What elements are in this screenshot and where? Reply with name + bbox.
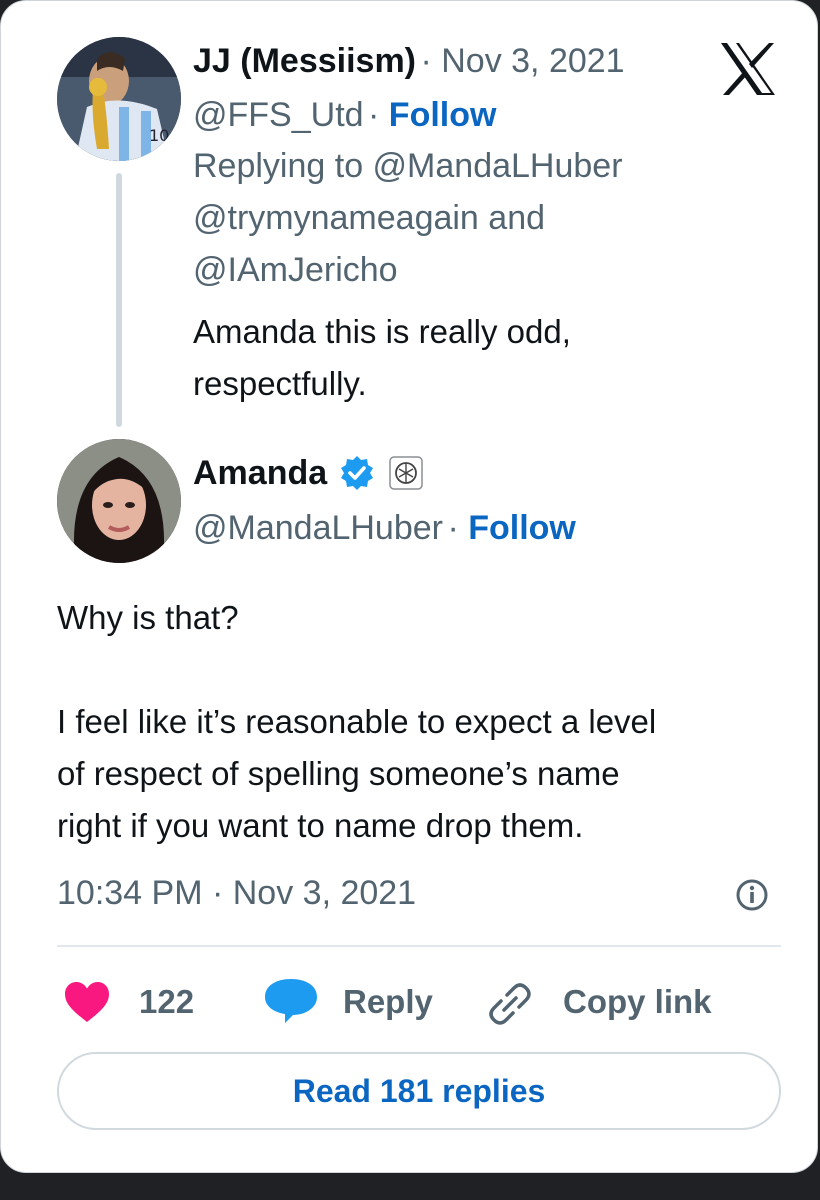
reply-text-line: Amanda this is really odd, — [193, 313, 571, 350]
reply-button[interactable]: Reply — [343, 982, 433, 1022]
heart-icon[interactable] — [63, 980, 111, 1024]
main-tweet-handle-row: @MandaLHuber · Follow — [193, 508, 576, 555]
separator-dot: · — [368, 96, 389, 134]
reply-tweet-text: Amanda this is really odd, respectfully. — [193, 306, 571, 410]
verified-badge-icon — [339, 455, 375, 491]
replying-to-line-3[interactable]: @IAmJericho — [193, 250, 398, 290]
author-handle[interactable]: @FFS_Utd — [193, 96, 364, 134]
tweet-text-line: Why is that? — [57, 599, 239, 636]
tweet-timestamp[interactable]: 10:34 PM · Nov 3, 2021 — [57, 873, 416, 913]
link-icon[interactable] — [487, 981, 533, 1027]
tweet-date[interactable]: Nov 3, 2021 — [441, 42, 624, 80]
divider — [57, 945, 781, 947]
reply-tweet-header: JJ (Messiism) · Nov 3, 2021 — [193, 41, 625, 88]
avatar-amanda[interactable] — [57, 439, 181, 563]
main-tweet-header: Amanda — [193, 453, 423, 493]
avatar-image — [57, 439, 181, 563]
like-count[interactable]: 122 — [139, 982, 194, 1022]
reply-tweet-handle-row: @FFS_Utd · Follow — [193, 95, 496, 142]
tweet-text-line: I feel like it’s reasonable to expect a … — [57, 703, 657, 740]
affiliate-badge-icon[interactable] — [389, 456, 423, 490]
author-handle[interactable]: @MandaLHuber — [193, 509, 443, 547]
reply-text-line: respectfully. — [193, 365, 367, 402]
copy-link-button[interactable]: Copy link — [563, 982, 712, 1022]
separator-dot: · — [447, 509, 469, 547]
x-logo-icon[interactable] — [719, 41, 777, 97]
replying-to-line-1[interactable]: Replying to @MandaLHuber — [193, 146, 623, 186]
separator-dot: · — [420, 42, 442, 80]
read-replies-button[interactable]: Read 181 replies — [57, 1052, 781, 1130]
info-icon[interactable] — [735, 878, 769, 912]
tweet-text-line: of respect of spelling someone’s name — [57, 755, 620, 792]
replying-to-line-2[interactable]: @trymynameagain and — [193, 198, 545, 238]
follow-button[interactable]: Follow — [389, 96, 497, 134]
tweet-embed-card: 10 JJ (Messiism) · Nov 3, 2021 @FFS_Utd … — [0, 0, 818, 1173]
avatar-jj[interactable]: 10 — [57, 37, 181, 161]
author-name[interactable]: Amanda — [193, 453, 327, 493]
tweet-text-line: right if you want to name drop them. — [57, 807, 584, 844]
author-name[interactable]: JJ (Messiism) — [193, 42, 416, 80]
speech-bubble-icon[interactable] — [263, 977, 319, 1025]
main-tweet-text: Why is that? I feel like it’s reasonable… — [57, 592, 656, 852]
svg-text:10: 10 — [149, 126, 169, 145]
follow-button[interactable]: Follow — [468, 509, 576, 547]
avatar-image: 10 — [57, 37, 181, 161]
thread-connector-line — [116, 173, 122, 427]
